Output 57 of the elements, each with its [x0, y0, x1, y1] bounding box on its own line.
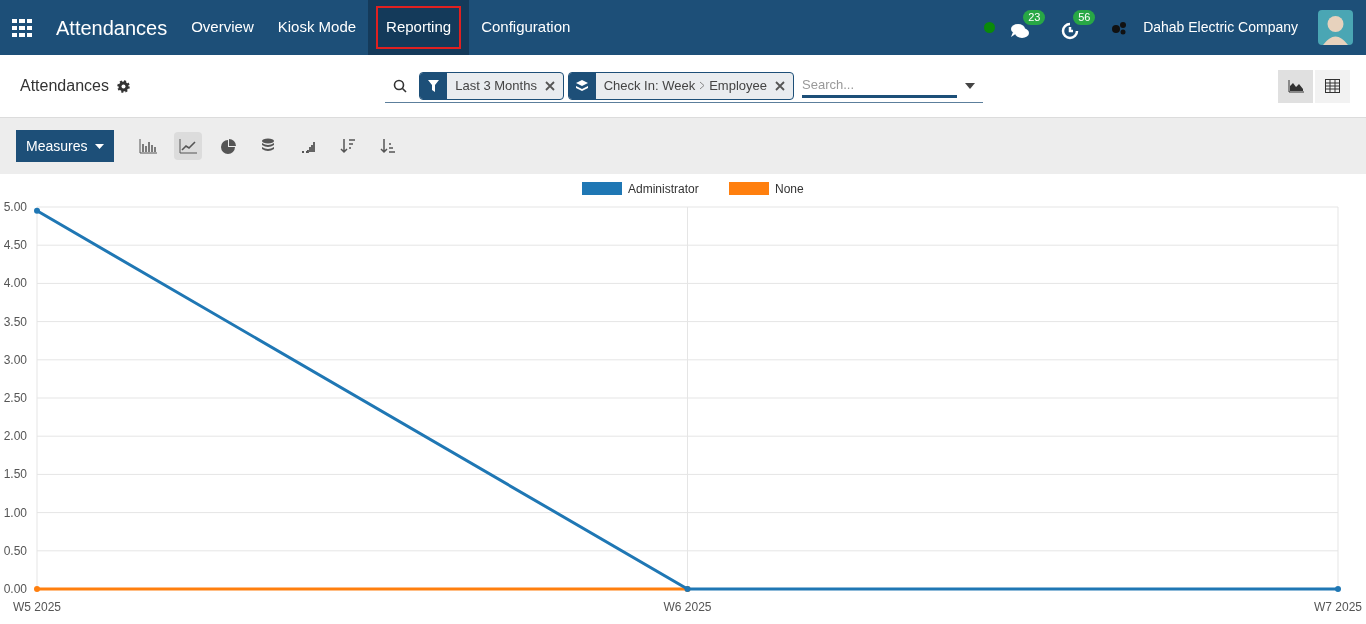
x-tick-label: W7 2025 — [1313, 600, 1362, 614]
line-chart-button[interactable] — [174, 132, 203, 160]
stack-icon — [260, 138, 277, 154]
close-icon[interactable] — [544, 80, 555, 91]
area-chart-button[interactable] — [1278, 69, 1313, 103]
facet-label: Employee — [709, 76, 767, 95]
search-field[interactable]: Search... — [802, 73, 957, 98]
menu-item[interactable]: Configuration — [469, 0, 583, 55]
area-chart-icon — [1287, 79, 1304, 93]
legend-item[interactable]: Administrator — [582, 182, 699, 196]
caret-icon[interactable] — [965, 82, 975, 89]
y-tick-label: 4.00 — [3, 276, 27, 291]
y-tick-label: 2.00 — [3, 429, 27, 444]
search-facet[interactable]: Check In: Week Employee — [567, 71, 794, 100]
legend-label: Administrator — [628, 182, 699, 196]
menu-item[interactable]: Overview — [179, 0, 266, 55]
search-facet[interactable]: Last 3 Months — [419, 71, 564, 100]
apps-menu-icon[interactable] — [12, 18, 32, 37]
menu-item[interactable]: Kiosk Mode — [265, 0, 369, 55]
y-tick-label: 3.00 — [3, 352, 27, 367]
bar-chart-icon — [139, 138, 158, 154]
y-tick-label: 0.50 — [3, 543, 27, 558]
layers-icon — [568, 72, 596, 99]
legend-item[interactable]: None — [729, 182, 804, 196]
close-icon[interactable] — [775, 80, 785, 91]
y-tick-label: 4.50 — [3, 238, 27, 253]
x-tick-label: W6 2025 — [663, 600, 712, 614]
sort-ascending-icon — [380, 138, 397, 154]
breadcrumb: Attendances — [20, 76, 109, 96]
sort-descending-icon — [340, 138, 357, 154]
clock-icon[interactable] — [1061, 21, 1080, 40]
y-tick-label: 3.50 — [3, 314, 27, 329]
pie-chart-icon — [219, 138, 238, 154]
y-tick-label: 5.00 — [3, 200, 27, 214]
y-tick-label: 1.00 — [3, 505, 27, 520]
y-tick-label: 0.00 — [3, 582, 27, 596]
count-badge: 56 — [1073, 9, 1096, 25]
count-badge: 23 — [1023, 9, 1046, 25]
search-icon — [393, 78, 407, 93]
y-tick-label: 2.50 — [3, 391, 27, 405]
line-chart-icon — [179, 138, 198, 154]
x-tick-label: W5 2025 — [13, 600, 62, 614]
filter-icon — [420, 72, 448, 99]
online-status-icon — [984, 22, 996, 33]
table-icon — [1325, 79, 1340, 93]
app-title[interactable]: Attendances — [56, 12, 168, 43]
company-name[interactable]: Dahab Electric Company — [1143, 17, 1298, 38]
chevron-icon — [699, 81, 706, 90]
menu-item[interactable]: Reporting — [368, 0, 470, 55]
caret-icon — [95, 143, 105, 149]
chat-icon[interactable] — [1011, 21, 1030, 40]
measures-button[interactable]: Measures — [16, 130, 115, 162]
facet-label: Last 3 Months — [455, 76, 537, 95]
facet-label: Check In: Week — [603, 76, 696, 95]
legend-label: None — [775, 182, 805, 196]
y-tick-label: 1.50 — [3, 467, 27, 482]
table-button[interactable] — [1315, 69, 1350, 103]
